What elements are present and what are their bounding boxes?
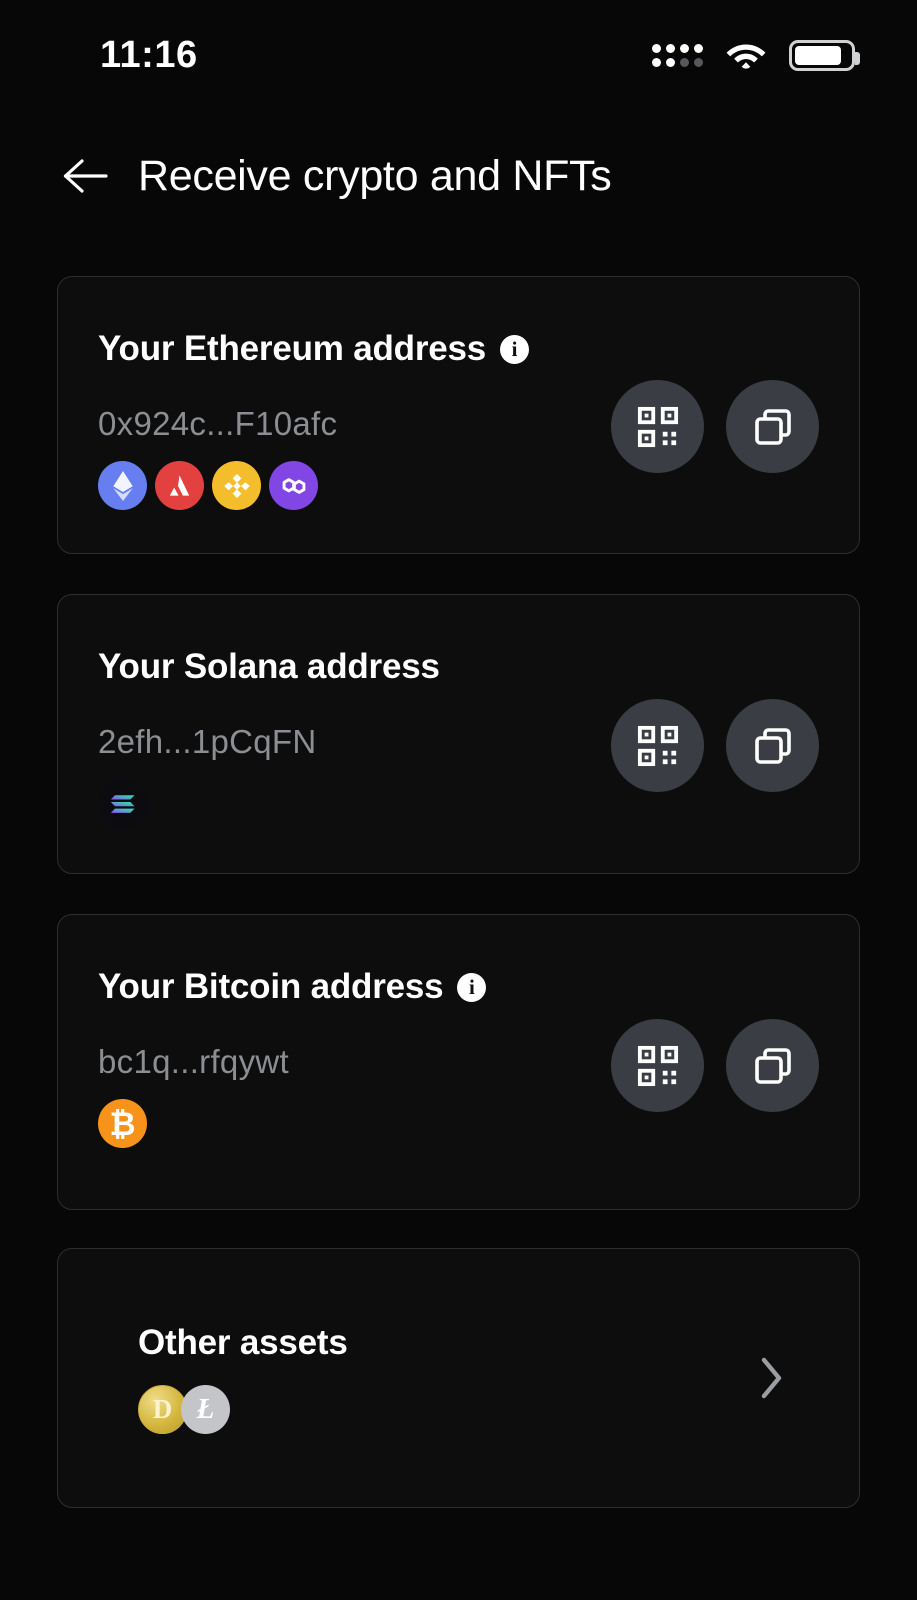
card-title-row: Your Ethereum address i	[98, 329, 819, 369]
status-bar-indicators	[652, 39, 860, 71]
solana-qr-button[interactable]	[611, 699, 704, 792]
bitcoin-card-actions	[611, 1019, 819, 1112]
copy-icon	[754, 727, 791, 764]
ethereum-card-actions	[611, 380, 819, 473]
ethereum-qr-button[interactable]	[611, 380, 704, 473]
solana-copy-button[interactable]	[726, 699, 819, 792]
bitcoin-qr-button[interactable]	[611, 1019, 704, 1112]
status-bar-clock: 11:16	[100, 33, 198, 76]
bnb-chain-icon	[212, 461, 261, 510]
info-icon[interactable]: i	[500, 334, 530, 364]
solana-chain-icon	[98, 779, 148, 829]
battery-icon	[789, 39, 860, 71]
ethereum-copy-button[interactable]	[726, 380, 819, 473]
other-assets-chips: D Ł	[138, 1384, 779, 1434]
litecoin-icon: Ł	[181, 1384, 230, 1434]
signal-dots-icon	[652, 43, 703, 67]
polygon-chain-icon	[269, 461, 318, 510]
qr-code-icon	[637, 725, 678, 766]
wifi-icon	[726, 44, 766, 69]
info-icon[interactable]: i	[457, 972, 487, 1002]
status-bar: 11:16	[0, 0, 917, 110]
copy-icon	[754, 408, 791, 445]
address-card-list: Your Ethereum address i 0x924c...F10afc	[57, 276, 860, 1548]
bitcoin-copy-button[interactable]	[726, 1019, 819, 1112]
page-title: Receive crypto and NFTs	[138, 151, 612, 200]
ethereum-card-title: Your Ethereum address	[98, 329, 487, 368]
ethereum-address-card[interactable]: Your Ethereum address i 0x924c...F10afc	[57, 276, 860, 554]
solana-address-card[interactable]: Your Solana address 2efh...1pCqFN	[57, 594, 860, 874]
back-arrow-icon[interactable]	[62, 156, 108, 196]
chevron-right-icon[interactable]	[759, 1356, 785, 1400]
bitcoin-address-card[interactable]: Your Bitcoin address i bc1q...rfqywt ₿	[57, 914, 860, 1210]
other-assets-card[interactable]: Other assets D Ł	[57, 1248, 860, 1508]
ethereum-chain-icon	[98, 461, 147, 510]
qr-code-icon	[637, 406, 678, 447]
card-title-row: Your Bitcoin address i	[98, 967, 819, 1007]
page-header: Receive crypto and NFTs	[0, 140, 917, 212]
copy-icon	[754, 1047, 791, 1084]
other-assets-inner: Other assets D Ł	[98, 1323, 819, 1434]
other-assets-title: Other assets	[138, 1322, 348, 1362]
qr-code-icon	[637, 1045, 678, 1086]
card-title-row: Your Solana address	[98, 647, 819, 687]
solana-card-title: Your Solana address	[98, 647, 440, 686]
receive-crypto-screen: 11:16 Receive crypto and NFTs Your Ether…	[0, 0, 917, 1600]
solana-card-actions	[611, 699, 819, 792]
bitcoin-chain-icon: ₿	[98, 1099, 147, 1148]
avalanche-chain-icon	[155, 461, 204, 510]
bitcoin-card-title: Your Bitcoin address	[98, 967, 444, 1006]
dogecoin-icon: D	[138, 1384, 187, 1434]
